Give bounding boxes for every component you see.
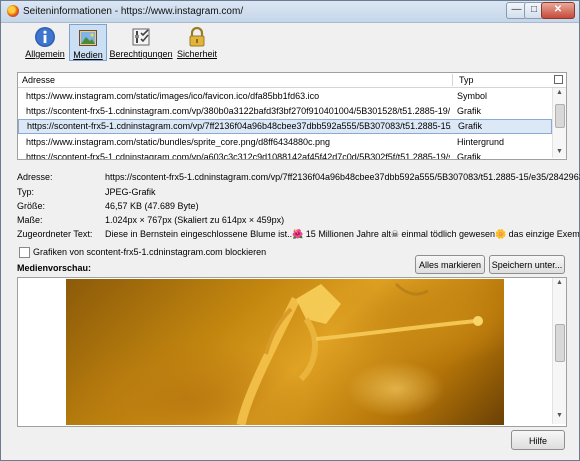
scroll-down-icon[interactable]: ▼ [556, 148, 563, 155]
media-list-scrollbar[interactable]: ▲ ▼ [552, 88, 566, 158]
alt-text-label: Zugeordneter Text: [17, 229, 93, 239]
maximize-icon: □ [530, 4, 538, 15]
close-icon: ✕ [553, 4, 563, 15]
tab-allgemein-label: Allgemein [25, 49, 65, 59]
toolbar: Allgemein Medien Berechtigungen Sicherhe… [1, 23, 579, 63]
size-value: 46,57 KB (47.689 Byte) [105, 201, 199, 211]
lock-icon [189, 26, 205, 47]
media-icon [79, 30, 97, 46]
media-list-header: Adresse Typ [18, 73, 566, 88]
dimensions-value: 1.024px × 767px (Skaliert zu 614px × 459… [105, 215, 285, 225]
media-row[interactable]: https://scontent-frx5-1.cdninstagram.com… [18, 104, 552, 119]
tab-sicherheit[interactable]: Sicherheit [175, 24, 219, 61]
type-value: JPEG-Grafik [105, 187, 156, 197]
media-row[interactable]: https://www.instagram.com/static/bundles… [18, 135, 552, 150]
block-images-checkbox[interactable] [19, 247, 30, 258]
address-label: Adresse: [17, 172, 53, 182]
tab-allgemein[interactable]: Allgemein [23, 24, 67, 61]
scroll-down-icon[interactable]: ▼ [556, 412, 563, 419]
help-button[interactable]: Hilfe [511, 430, 565, 450]
media-list[interactable]: Adresse Typ https://www.instagram.com/st… [17, 72, 567, 160]
media-row[interactable]: https://scontent-frx5-1.cdninstagram.com… [18, 150, 552, 160]
page-info-window: Seiteninformationen - https://www.instag… [0, 0, 580, 461]
size-label: Größe: [17, 201, 46, 211]
media-preview: ▲ ▼ [17, 277, 567, 427]
media-row[interactable]: https://www.instagram.com/static/images/… [18, 89, 552, 104]
tab-berechtigungen-label: Berechtigungen [109, 49, 173, 59]
firefox-icon [7, 5, 19, 17]
close-button[interactable]: ✕ [541, 2, 575, 19]
tab-sicherheit-label: Sicherheit [176, 49, 218, 59]
column-picker-icon[interactable] [554, 75, 563, 84]
column-divider[interactable] [452, 74, 453, 86]
tab-medien-label: Medien [73, 50, 103, 60]
media-row-type: Symbol [457, 91, 488, 101]
window-title: Seiteninformationen - https://www.instag… [23, 6, 244, 17]
select-all-label: Alles markieren [418, 260, 482, 270]
media-row-selected[interactable]: https://scontent-frx5-1.cdninstagram.com… [18, 119, 552, 134]
info-icon [35, 27, 55, 47]
column-header-address[interactable]: Adresse [22, 75, 55, 85]
media-row-address: https://www.instagram.com/static/bundles… [26, 137, 331, 147]
column-header-type[interactable]: Typ [459, 75, 474, 85]
permissions-icon [132, 28, 150, 46]
title-bar: Seiteninformationen - https://www.instag… [1, 1, 579, 23]
media-row-address: https://scontent-frx5-1.cdninstagram.com… [27, 121, 451, 131]
dimensions-label: Maße: [17, 215, 43, 225]
media-row-type: Grafik [458, 121, 483, 131]
save-as-label: Speichern unter... [491, 260, 563, 270]
select-all-button[interactable]: Alles markieren [415, 255, 485, 274]
tab-medien[interactable]: Medien [69, 24, 107, 61]
media-row-address: https://www.instagram.com/static/images/… [26, 91, 320, 101]
media-row-type: Grafik [457, 152, 482, 160]
scroll-up-icon[interactable]: ▲ [556, 279, 563, 286]
alt-text-value: Diese in Bernstein eingeschlossene Blume… [105, 229, 579, 239]
media-preview-label: Medienvorschau: [17, 263, 92, 273]
scroll-thumb[interactable] [555, 104, 565, 128]
minimize-icon: — [511, 4, 522, 15]
block-images-label[interactable]: Grafiken von scontent-frx5-1.cdninstagra… [33, 247, 266, 257]
tab-berechtigungen[interactable]: Berechtigungen [109, 24, 173, 61]
amber-flower-image [66, 279, 504, 425]
media-row-type: Hintergrund [457, 137, 505, 147]
help-label: Hilfe [528, 436, 547, 446]
media-row-address: https://scontent-frx5-1.cdninstagram.com… [26, 106, 450, 116]
type-label: Typ: [17, 187, 35, 197]
media-row-type: Grafik [457, 106, 482, 116]
scroll-up-icon[interactable]: ▲ [556, 89, 563, 96]
flower-illustration [236, 282, 483, 425]
preview-scrollbar[interactable]: ▲ ▼ [552, 278, 566, 424]
save-as-button[interactable]: Speichern unter... [489, 255, 565, 274]
media-row-address: https://scontent-frx5-1.cdninstagram.com… [26, 152, 450, 160]
address-value: https://scontent-frx5-1.cdninstagram.com… [105, 172, 580, 182]
scroll-thumb[interactable] [555, 324, 565, 362]
